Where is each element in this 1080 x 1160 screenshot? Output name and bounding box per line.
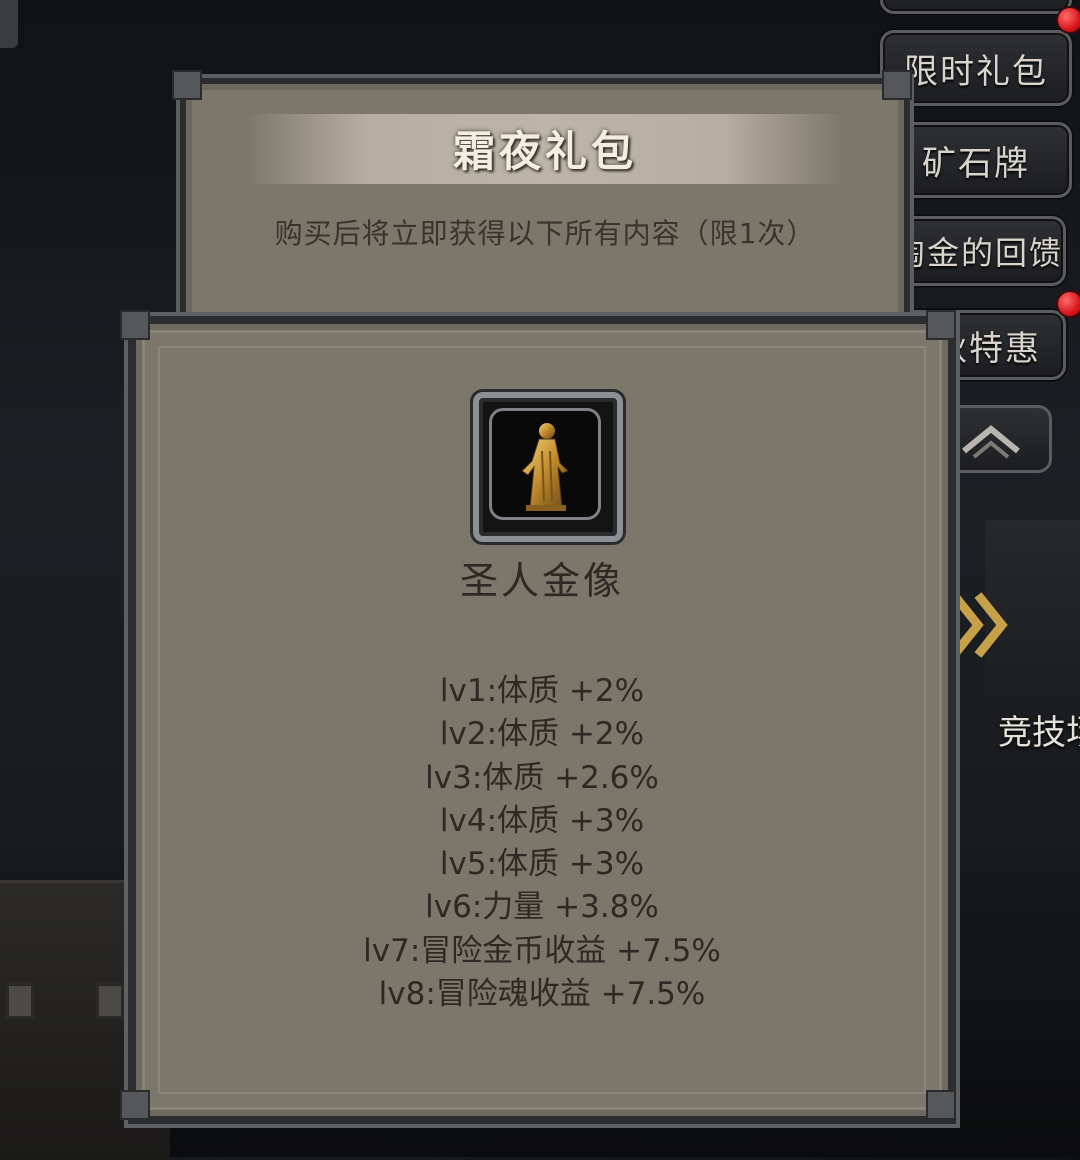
chevron-up-icon — [962, 425, 1020, 459]
item-detail-popup: 圣人金像 lv1:体质 +2% lv2:体质 +2% lv3:体质 +2.6% … — [128, 316, 956, 1124]
side-menu-label: 矿石牌 — [922, 143, 1030, 184]
double-chevron-right-icon[interactable] — [948, 585, 1018, 682]
gift-pack-description: 购买后将立即获得以下所有内容（限1次） — [274, 217, 816, 250]
item-name: 圣人金像 — [459, 559, 624, 603]
frame-corner — [926, 1090, 956, 1120]
level-bonus-list: lv1:体质 +2% lv2:体质 +2% lv3:体质 +2.6% lv4:体… — [136, 670, 948, 1016]
side-menu-label: 限时礼包 — [904, 51, 1048, 92]
side-menu-label: 淘金的回馈 — [893, 234, 1064, 272]
frame-corner — [120, 1090, 150, 1120]
gift-pack-title: 霜夜礼包 — [452, 127, 637, 176]
level-bonus-row: lv5:体质 +3% — [439, 846, 645, 883]
frame-corner — [882, 70, 912, 100]
house-window — [96, 983, 124, 1019]
level-bonus-row: lv3:体质 +2.6% — [425, 759, 659, 796]
top-left-corner-decoration — [0, 0, 18, 48]
frame-corner — [120, 310, 150, 340]
level-bonus-row: lv6:力量 +3.8% — [425, 889, 659, 926]
notification-badge — [1056, 6, 1080, 34]
level-bonus-row: lv8:冒险魂收益 +7.5% — [378, 976, 706, 1013]
level-bonus-row: lv7:冒险金币收益 +7.5% — [363, 932, 721, 969]
level-bonus-row: lv2:体质 +2% — [439, 716, 645, 753]
house-window — [6, 983, 34, 1019]
frame-corner — [172, 70, 202, 100]
level-bonus-row: lv1:体质 +2% — [439, 673, 645, 709]
frame-corner — [926, 310, 956, 340]
notification-badge — [1056, 290, 1080, 318]
level-bonus-row: lv4:体质 +3% — [439, 802, 645, 839]
item-icon-frame — [473, 392, 623, 542]
golden-saint-statue-icon — [521, 423, 569, 511]
side-menu-top-button[interactable] — [880, 0, 1072, 14]
arena-label[interactable]: 竞技场 — [998, 705, 1080, 754]
